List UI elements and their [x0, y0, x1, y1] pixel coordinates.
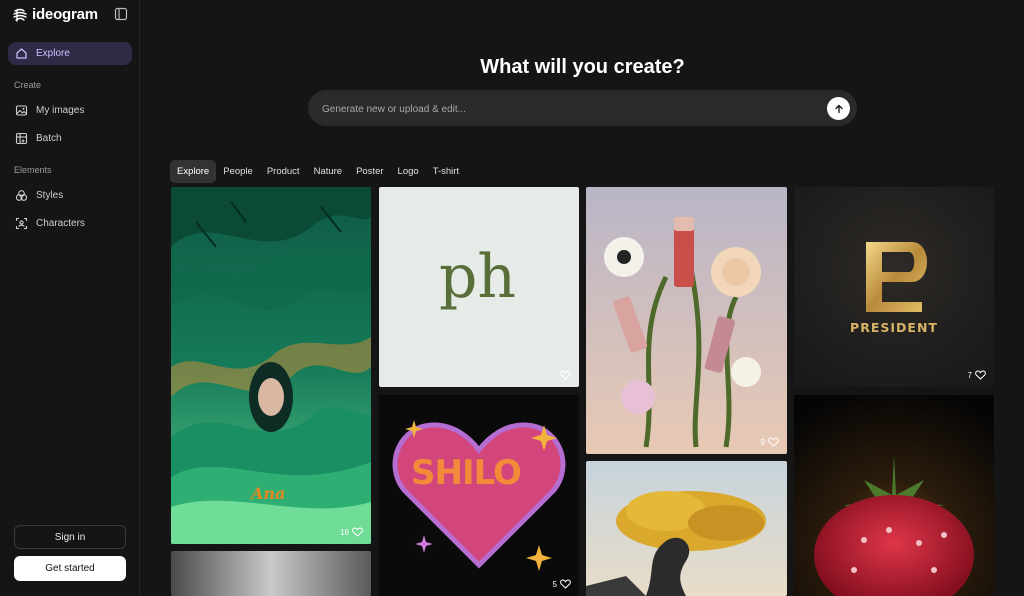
- sidebar-item-characters[interactable]: Characters: [8, 212, 132, 235]
- like-count-value: 5: [552, 579, 557, 589]
- character-scan-icon: [15, 217, 28, 230]
- like-count[interactable]: 9: [761, 437, 779, 447]
- gallery-card-ana[interactable]: Ana 16: [171, 187, 371, 544]
- gallery-card-cosmetics[interactable]: 9: [586, 187, 787, 454]
- section-label-elements: Elements: [14, 165, 52, 175]
- brand-name: ideogram: [32, 6, 98, 23]
- sidebar-item-label: Styles: [36, 190, 64, 201]
- gallery-image: [379, 395, 579, 596]
- tab-logo[interactable]: Logo: [391, 160, 426, 183]
- heart-icon: [975, 370, 986, 380]
- gallery-card-gray[interactable]: [171, 551, 371, 596]
- brand-logo[interactable]: ideogram: [12, 6, 98, 23]
- arrow-up-icon: [834, 104, 843, 113]
- like-count[interactable]: 7: [968, 370, 986, 380]
- generate-button[interactable]: [827, 97, 850, 120]
- gallery-card-ph[interactable]: ph: [379, 187, 579, 387]
- heart-icon: [560, 370, 571, 380]
- page-title: What will you create?: [480, 56, 685, 78]
- category-tabs: Explore People Product Nature Poster Log…: [170, 160, 466, 183]
- card-caption: ph: [439, 242, 517, 312]
- gallery-card-president[interactable]: PRESIDENT 7: [794, 187, 994, 387]
- heart-icon: [768, 437, 779, 447]
- sign-in-button[interactable]: Sign in: [14, 525, 126, 549]
- sidebar: ideogram Explore Create My images Batch …: [0, 0, 140, 596]
- sidebar-item-batch[interactable]: Batch: [8, 127, 132, 150]
- card-caption: SHILO: [411, 453, 522, 493]
- tab-tshirt[interactable]: T-shirt: [426, 160, 466, 183]
- gallery-card-tree[interactable]: [586, 461, 787, 596]
- card-caption: Ana: [251, 484, 286, 503]
- tab-product[interactable]: Product: [260, 160, 307, 183]
- gallery-card-strawberry[interactable]: [794, 395, 994, 596]
- heart-icon: [560, 579, 571, 589]
- get-started-button[interactable]: Get started: [14, 556, 126, 581]
- tab-nature[interactable]: Nature: [307, 160, 350, 183]
- images-icon: [15, 105, 28, 116]
- prompt-input[interactable]: [320, 90, 814, 128]
- gallery-image: [586, 187, 787, 454]
- like-count-value: 7: [967, 370, 972, 380]
- like-count[interactable]: 5: [553, 579, 571, 589]
- tab-explore[interactable]: Explore: [170, 160, 217, 183]
- batch-icon: [15, 132, 28, 145]
- sidebar-item-label: My images: [36, 105, 85, 116]
- styles-icon: [15, 190, 28, 201]
- gallery-image: [794, 187, 994, 387]
- gallery-image: [794, 395, 994, 596]
- sidebar-collapse-icon[interactable]: [114, 7, 128, 21]
- card-caption: PRESIDENT: [850, 320, 938, 335]
- like-count[interactable]: 16: [340, 527, 363, 537]
- tab-poster[interactable]: Poster: [349, 160, 390, 183]
- home-icon: [16, 48, 27, 59]
- sidebar-item-explore[interactable]: Explore: [8, 42, 132, 65]
- prompt-bar: [308, 90, 857, 128]
- gallery-image: [171, 551, 371, 596]
- tab-people[interactable]: People: [216, 160, 260, 183]
- sidebar-item-label: Explore: [36, 48, 70, 59]
- sidebar-item-label: Characters: [36, 218, 85, 229]
- like-count-value: 9: [760, 437, 765, 447]
- main-content: What will you create? Explore People Pro…: [141, 0, 1024, 596]
- heart-icon: [352, 527, 363, 537]
- like-count[interactable]: [557, 370, 571, 380]
- sidebar-item-label: Batch: [36, 133, 62, 144]
- ideogram-logo-icon: [13, 8, 27, 22]
- like-count-value: 16: [340, 527, 349, 537]
- gallery-card-shilo[interactable]: SHILO 5: [379, 395, 579, 596]
- section-label-create: Create: [14, 80, 42, 90]
- sidebar-item-my-images[interactable]: My images: [8, 99, 132, 122]
- sidebar-item-styles[interactable]: Styles: [8, 184, 132, 207]
- gallery-image: [586, 461, 787, 596]
